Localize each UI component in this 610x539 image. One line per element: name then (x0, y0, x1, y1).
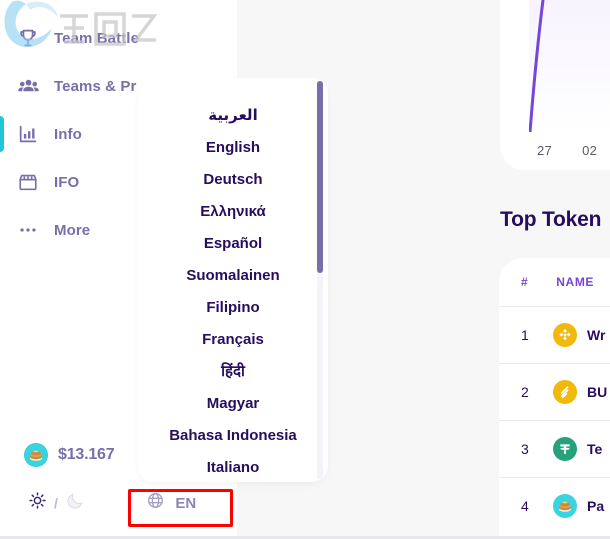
language-option-hungarian[interactable]: Magyar (138, 388, 328, 420)
pancake-glyph (30, 450, 42, 461)
dropdown-scrollbar-thumb[interactable] (317, 81, 323, 273)
collectibles-icon (16, 0, 40, 2)
language-option-indonesian[interactable]: Bahasa Indonesia (138, 420, 328, 452)
table-row[interactable]: 2 BU (499, 363, 610, 420)
tether-glyph (560, 444, 570, 454)
theme-separator: / (54, 495, 58, 511)
token-name-cell: Pa (553, 494, 604, 518)
language-option-german[interactable]: Deutsch (138, 164, 328, 196)
ellipsis-icon (16, 218, 40, 242)
token-name: Wr (587, 327, 606, 343)
sidebar-item-collectibles[interactable]: Collectibles (0, 0, 237, 14)
tether-icon (553, 437, 577, 461)
chart-x-tick: 27 (537, 143, 553, 158)
token-rank: 3 (521, 441, 529, 457)
sidebar-item-label: More (54, 221, 91, 239)
team-icon (16, 74, 40, 98)
language-option-italian[interactable]: Italiano (138, 452, 328, 482)
column-header-rank: # (521, 275, 529, 289)
top-token-heading: Top Token (500, 208, 602, 231)
globe-icon (146, 491, 165, 515)
sidebar-item-label: IFO (54, 173, 80, 191)
sidebar-item-label: Teams & Pr (54, 77, 137, 95)
bar-chart-icon (16, 122, 40, 146)
language-option-spanish[interactable]: Español (138, 228, 328, 260)
language-selector-button[interactable]: EN (122, 487, 221, 519)
table-header-row: # NAME (499, 258, 610, 306)
chart-plot-area (529, 0, 610, 132)
trophy-icon (16, 26, 40, 50)
theme-toggle[interactable]: / (16, 491, 122, 516)
sidebar-item-label: Team Battle (54, 29, 140, 47)
pancake-icon (24, 443, 48, 467)
cake-icon (553, 494, 577, 518)
top-token-table: # NAME 1 Wr 2 BU 3 Te 4 Pa (499, 258, 610, 539)
sidebar-item-team-battle[interactable]: Team Battle (0, 14, 237, 62)
sidebar-item-label: Info (54, 125, 82, 143)
language-option-list: العربية English Deutsch Ελληνικά Español… (138, 78, 328, 482)
language-option-finnish[interactable]: Suomalainen (138, 260, 328, 292)
busd-glyph (560, 386, 569, 399)
chart-line-series (529, 0, 545, 132)
column-header-name: NAME (556, 275, 595, 289)
token-name-cell: Te (553, 437, 602, 461)
language-option-filipino[interactable]: Filipino (138, 292, 328, 324)
pancake-glyph (559, 501, 571, 512)
language-dropdown-menu: العربية English Deutsch Ελληνικά Español… (138, 78, 328, 482)
price-chart-card: 27 02 0 (500, 0, 610, 170)
chart-x-axis: 27 02 0 (529, 143, 610, 158)
busd-icon (553, 380, 577, 404)
footer-controls: / EN (16, 477, 221, 529)
sun-icon[interactable] (28, 491, 47, 515)
token-name: Te (587, 441, 603, 457)
chart-x-tick: 02 (582, 143, 598, 158)
language-option-arabic[interactable]: العربية (138, 100, 328, 132)
language-option-english[interactable]: English (138, 132, 328, 164)
table-row[interactable]: 1 Wr (499, 306, 610, 363)
token-name-cell: BU (553, 380, 607, 404)
moon-icon[interactable] (65, 491, 85, 516)
storefront-icon (16, 170, 40, 194)
table-row[interactable]: 4 Pa (499, 477, 610, 534)
token-rank: 1 (521, 327, 529, 343)
token-name: Pa (587, 498, 605, 514)
table-row[interactable]: 3 Te (499, 420, 610, 477)
language-option-hindi[interactable]: हिंदी (138, 356, 328, 388)
language-code: EN (175, 494, 197, 512)
token-name-cell: Wr (553, 323, 605, 347)
token-rank: 4 (521, 498, 529, 514)
language-option-greek[interactable]: Ελληνικά (138, 196, 328, 228)
wbnb-icon (553, 323, 577, 347)
dropdown-scrollbar-track[interactable] (317, 81, 323, 479)
language-option-french[interactable]: Français (138, 324, 328, 356)
token-rank: 2 (521, 384, 529, 400)
wbnb-glyph (559, 329, 571, 341)
token-name: BU (587, 384, 608, 400)
pancakeswap-info-page: 27 02 0 Top Token # NAME 1 (0, 0, 610, 539)
cake-price-value: $13.167 (58, 446, 115, 463)
